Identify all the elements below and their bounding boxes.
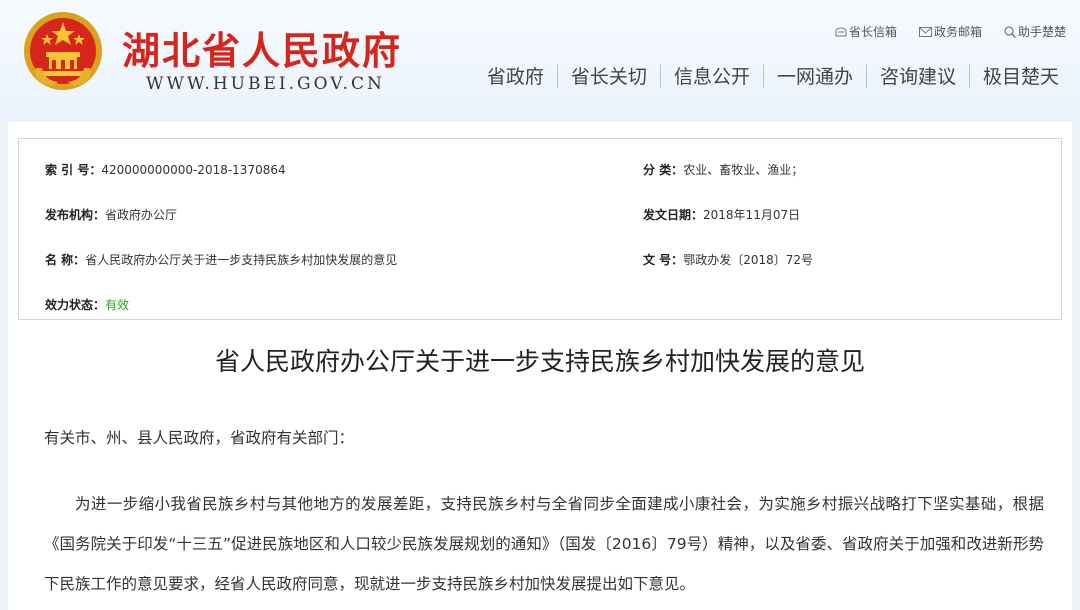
meta-index-row: 索 引 号：420000000000-2018-1370864 — [45, 161, 286, 178]
site-url: WWW.HUBEI.GOV.CN — [146, 74, 385, 94]
government-email-label: 政务邮箱 — [933, 25, 982, 39]
meta-status-value: 有效 — [105, 298, 130, 312]
assistant-link[interactable]: 助手楚楚 — [1004, 23, 1066, 40]
meta-docno-value: 鄂政办发〔2018〕72号 — [683, 253, 813, 267]
governor-mailbox-link[interactable]: 省长信箱 — [835, 23, 897, 40]
meta-docno-label: 文 号： — [643, 253, 684, 267]
government-email-link[interactable]: 政务邮箱 — [918, 23, 982, 40]
document-salutation: 有关市、州、县人民政府，省政府有关部门： — [44, 429, 355, 447]
nav-item-consultation[interactable]: 咨询建议 — [867, 62, 969, 89]
nav-item-online-services[interactable]: 一网通办 — [764, 62, 866, 89]
content-area: 索 引 号：420000000000-2018-1370864 分 类：农业、畜… — [8, 122, 1072, 610]
site-header: 湖北省人民政府 WWW.HUBEI.GOV.CN 省长信箱 政务邮箱 助手楚楚 — [0, 0, 1080, 122]
meta-index-label: 索 引 号： — [45, 163, 102, 177]
meta-status-label: 效力状态： — [45, 298, 106, 312]
meta-publisher-value: 省政府办公厅 — [105, 208, 178, 222]
nav-item-information-disclosure[interactable]: 信息公开 — [661, 62, 763, 89]
meta-docno-row: 文 号：鄂政办发〔2018〕72号 — [643, 251, 813, 268]
document-metadata-box: 索 引 号：420000000000-2018-1370864 分 类：农业、畜… — [18, 138, 1062, 320]
meta-name-value: 省人民政府办公厅关于进一步支持民族乡村加快发展的意见 — [85, 253, 398, 267]
meta-name-label: 名 称： — [45, 253, 86, 267]
meta-category-row: 分 类：农业、畜牧业、渔业； — [643, 161, 803, 178]
assistant-label: 助手楚楚 — [1017, 25, 1066, 39]
main-nav: 省政府 省长关切 信息公开 一网通办 咨询建议 极目楚天 — [474, 62, 1072, 89]
nav-item-governor-concerns[interactable]: 省长关切 — [558, 62, 660, 89]
envelope-icon — [918, 26, 932, 37]
mailbox-icon — [835, 27, 847, 37]
governor-mailbox-label: 省长信箱 — [848, 25, 897, 39]
nav-item-jimu-chutian[interactable]: 极目楚天 — [970, 62, 1072, 89]
meta-date-label: 发文日期： — [643, 208, 704, 222]
document-paragraph: 为进一步缩小我省民族乡村与其他地方的发展差距，支持民族乡村与全省同步全面建成小康… — [44, 495, 1044, 593]
meta-publisher-label: 发布机构： — [45, 208, 106, 222]
national-emblem-icon[interactable] — [22, 10, 104, 92]
meta-status-row: 效力状态：有效 — [45, 296, 129, 313]
meta-category-label: 分 类： — [643, 163, 684, 177]
top-links: 省长信箱 政务邮箱 助手楚楚 — [835, 23, 1066, 40]
nav-item-provincial-government[interactable]: 省政府 — [474, 62, 557, 89]
meta-date-value: 2018年11月07日 — [703, 208, 801, 222]
meta-date-row: 发文日期：2018年11月07日 — [643, 206, 800, 223]
meta-index-value: 420000000000-2018-1370864 — [101, 163, 286, 177]
meta-publisher-row: 发布机构：省政府办公厅 — [45, 206, 177, 223]
document-title: 省人民政府办公厅关于进一步支持民族乡村加快发展的意见 — [214, 347, 865, 376]
meta-name-row: 名 称：省人民政府办公厅关于进一步支持民族乡村加快发展的意见 — [45, 251, 397, 268]
meta-category-value: 农业、畜牧业、渔业； — [683, 163, 804, 177]
site-title[interactable]: 湖北省人民政府 — [122, 20, 402, 75]
search-icon — [1004, 25, 1016, 38]
